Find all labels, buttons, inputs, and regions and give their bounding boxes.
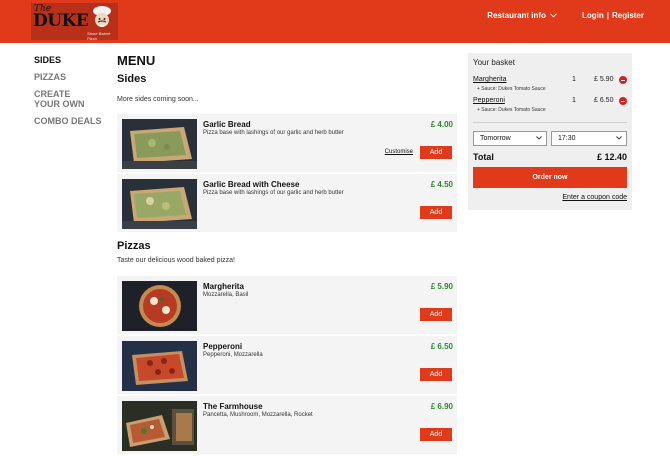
category-sidebar: SIDES PIZZAS CREATE YOUR OWN COMBO DEALS [34, 55, 114, 133]
basket-item-price: £ 6.50 [594, 97, 614, 104]
chevron-down-icon [550, 13, 557, 18]
nav-separator: | [606, 11, 609, 20]
basket-item-sauce: + Sauce: Dukes Tomato Sauce [477, 86, 546, 92]
sidebar-item-create-your-own[interactable]: CREATE YOUR OWN [34, 89, 98, 109]
restaurant-info-label: Restaurant info [487, 11, 546, 20]
item-name: Margherita [203, 282, 244, 291]
add-button[interactable]: Add [420, 368, 452, 381]
garlic-bread-cheese-photo [122, 179, 197, 229]
order-now-button[interactable]: Order now [473, 167, 627, 188]
basket-item: Pepperoni + Sauce: Dukes Tomato Sauce 1 … [473, 97, 627, 115]
customise-link[interactable]: Customise [385, 149, 413, 155]
item-name: Garlic Bread with Cheese [203, 180, 300, 189]
section-title-sides: Sides [117, 73, 147, 85]
menu-content: MENU Sides More sides coming soon... Gar… [117, 53, 457, 454]
item-price: £ 4.50 [430, 180, 453, 189]
item-description: Mozzarella, Basil [203, 292, 249, 298]
basket-item-name[interactable]: Pepperoni [473, 97, 505, 104]
add-button[interactable]: Add [420, 428, 452, 441]
item-price: £ 6.90 [430, 402, 453, 411]
basket-item-qty: 1 [572, 97, 576, 104]
chevron-down-icon [616, 136, 622, 140]
page-title: MENU [117, 53, 156, 68]
sidebar-item-combo-deals[interactable]: COMBO DEALS [34, 116, 114, 126]
farmhouse-photo [122, 401, 197, 451]
menu-item-margherita: Margherita Mozzarella, Basil £ 5.90 Add [117, 276, 457, 334]
basket-item-sauce: + Sauce: Dukes Tomato Sauce [477, 107, 546, 113]
add-button[interactable]: Add [420, 206, 452, 219]
section-title-pizzas: Pizzas [117, 240, 151, 252]
menu-item-garlic-bread: Garlic Bread Pizza base with lashings of… [117, 114, 457, 172]
menu-item-pepperoni: Pepperoni Pepperoni, Mozzarella £ 6.50 A… [117, 336, 457, 394]
item-description: Pizza base with lashings of our garlic a… [203, 130, 344, 136]
remove-icon[interactable] [619, 97, 627, 105]
item-description: Pancetta, Mushroom, Mozzarella, Rocket [203, 412, 313, 418]
garlic-bread-photo [122, 119, 197, 169]
menu-item-garlic-bread-cheese: Garlic Bread with Cheese Pizza base with… [117, 174, 457, 232]
chef-icon [93, 6, 111, 27]
margherita-photo [122, 281, 197, 331]
chevron-down-icon [536, 136, 542, 140]
logo-tagline: Stone Baked Pizza [87, 31, 110, 40]
total-label: Total [473, 152, 494, 162]
item-description: Pepperoni, Mozzarella [203, 352, 263, 358]
day-select-value: Tomorrow [480, 135, 511, 142]
logo-duke: DUKE [33, 11, 89, 31]
restaurant-info-dropdown[interactable]: Restaurant info [487, 11, 557, 20]
basket-item-qty: 1 [572, 76, 576, 83]
item-price: £ 6.50 [430, 342, 453, 351]
login-link[interactable]: Login [582, 11, 604, 20]
item-name: Garlic Bread [203, 120, 251, 129]
header-nav: Restaurant info Login | Register [487, 11, 644, 20]
basket-item-price: £ 5.90 [594, 76, 614, 83]
item-price: £ 5.90 [430, 282, 453, 291]
add-button[interactable]: Add [420, 308, 452, 321]
time-select[interactable]: 17:30 [551, 131, 627, 146]
menu-item-farmhouse: The Farmhouse Pancetta, Mushroom, Mozzar… [117, 396, 457, 454]
item-description: Pizza base with lashings of our garlic a… [203, 190, 344, 196]
section-subtitle-pizzas: Taste our delicious wood baked pizza! [117, 257, 235, 264]
item-name: The Farmhouse [203, 402, 263, 411]
day-select[interactable]: Tomorrow [473, 131, 547, 146]
total-value: £ 12.40 [596, 152, 627, 162]
sidebar-item-sides[interactable]: SIDES [34, 55, 114, 65]
duke-logo[interactable]: The DUKE Stone Baked Pizza [31, 3, 118, 40]
basket-title: Your basket [473, 58, 515, 67]
add-button[interactable]: Add [420, 146, 452, 159]
basket-divider [473, 122, 627, 123]
basket-panel: Your basket Margherita + Sauce: Dukes To… [468, 53, 632, 210]
basket-item: Margherita + Sauce: Dukes Tomato Sauce 1… [473, 76, 627, 94]
time-select-value: 17:30 [558, 135, 576, 142]
item-name: Pepperoni [203, 342, 243, 351]
site-header: The DUKE Stone Baked Pizza Restaurant in… [0, 0, 670, 43]
basket-item-name[interactable]: Margherita [473, 76, 506, 83]
section-subtitle-sides: More sides coming soon... [117, 96, 199, 103]
coupon-link[interactable]: Enter a coupon code [562, 194, 627, 201]
sidebar-item-pizzas[interactable]: PIZZAS [34, 72, 114, 82]
remove-icon[interactable] [619, 76, 627, 84]
pepperoni-photo [122, 341, 197, 391]
register-link[interactable]: Register [612, 11, 644, 20]
item-price: £ 4.00 [430, 120, 453, 129]
